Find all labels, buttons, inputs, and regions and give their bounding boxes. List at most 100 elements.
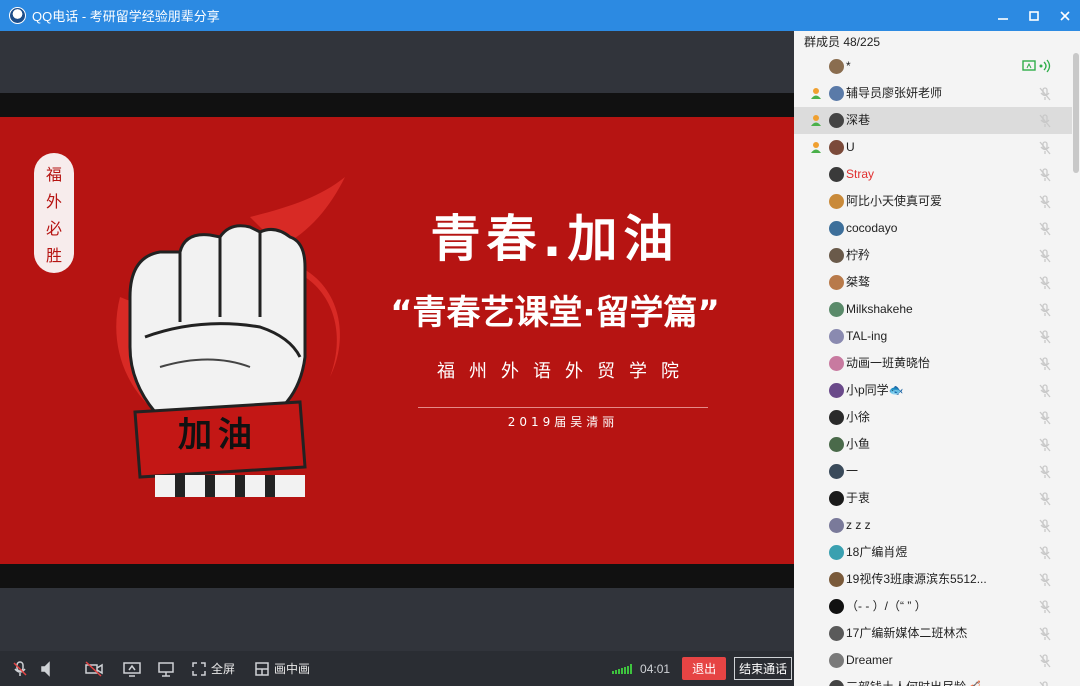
avatar: [829, 302, 844, 317]
restore-button[interactable]: [1018, 0, 1049, 31]
call-toolbar: 全屏 画中画 04:01 退出 结束通话: [0, 651, 794, 686]
member-name: TAL-ing: [846, 329, 888, 343]
mic-muted-icon: [1038, 303, 1052, 317]
mute-mic-button[interactable]: [10, 659, 30, 679]
badge-char: 外: [45, 191, 62, 211]
member-row[interactable]: 19视传3班康源滨东5512...: [794, 566, 1072, 593]
mic-muted-icon: [1038, 195, 1052, 209]
member-list-scrollbar[interactable]: [1073, 53, 1079, 173]
member-name: 于衷: [846, 491, 871, 505]
avatar: [829, 545, 844, 560]
slide-school-name: 福州外语外贸学院: [437, 361, 693, 382]
presentation-button[interactable]: [156, 659, 176, 679]
presentation-slide: 福 外 必 胜 加油 青春.加油 “青春艺课堂·留学篇” 福州外语外贸学院 20…: [0, 117, 794, 564]
badge-char: 福: [45, 164, 62, 184]
mic-muted-icon: [1038, 384, 1052, 398]
picture-in-picture-button[interactable]: 画中画: [255, 660, 310, 677]
minimize-icon: [997, 17, 1008, 20]
mic-muted-icon: [1038, 681, 1052, 686]
mic-muted-icon: [1038, 276, 1052, 290]
member-row[interactable]: 桀骜: [794, 269, 1072, 296]
member-row[interactable]: 小徐: [794, 404, 1072, 431]
mic-muted-icon: [1038, 411, 1052, 425]
member-row[interactable]: Dreamer: [794, 647, 1072, 674]
member-row[interactable]: 深巷: [794, 107, 1072, 134]
minimize-button[interactable]: [987, 0, 1018, 31]
badge-char: 必: [45, 218, 62, 238]
member-name: z z z: [846, 518, 871, 532]
video-letterbox-bottom: [0, 564, 794, 588]
shared-screen-video[interactable]: 福 外 必 胜 加油 青春.加油 “青春艺课堂·留学篇” 福州外语外贸学院 20…: [0, 31, 794, 651]
member-row[interactable]: *: [794, 53, 1072, 80]
end-call-button[interactable]: 结束通话: [734, 657, 793, 680]
avatar: [829, 167, 844, 182]
member-row[interactable]: 动画一班黄晓怡: [794, 350, 1072, 377]
member-row[interactable]: 小p同学🐟: [794, 377, 1072, 404]
avatar: [829, 437, 844, 452]
mic-muted-icon: [13, 660, 27, 676]
avatar: [829, 383, 844, 398]
avatar: [829, 113, 844, 128]
member-name: 一: [846, 464, 859, 478]
member-name: 19视传3班康源滨东5512...: [846, 572, 986, 586]
member-row[interactable]: 柠矜: [794, 242, 1072, 269]
member-row[interactable]: （- - ）/（“ ” ）: [794, 593, 1072, 620]
camera-off-button[interactable]: [84, 659, 104, 679]
member-row[interactable]: cocodayo: [794, 215, 1072, 242]
camera-off-icon: [85, 660, 103, 677]
mic-muted-icon: [1038, 141, 1052, 155]
fullscreen-button[interactable]: 全屏: [192, 660, 235, 677]
mic-muted-icon: [1038, 168, 1052, 182]
fist-band-text: 加油: [178, 415, 258, 455]
member-row[interactable]: Milkshakehe: [794, 296, 1072, 323]
member-row[interactable]: 17广编新媒体二班林杰: [794, 620, 1072, 647]
mic-muted-icon: [1038, 519, 1052, 533]
admin-person-icon: [809, 86, 823, 100]
slide-subtitle: “青春艺课堂·留学篇”: [390, 293, 720, 333]
avatar: [829, 626, 844, 641]
title-bar: QQ电话 - 考研留学经验朋辈分享: [0, 0, 1080, 31]
share-screen-icon: [123, 661, 141, 677]
member-name: Stray: [846, 167, 875, 181]
speaker-icon: [41, 660, 50, 677]
exit-button[interactable]: 退出: [682, 657, 727, 680]
member-name: 18广编肖煜: [846, 545, 908, 559]
badge-char: 胜: [45, 245, 62, 265]
admin-person-icon: [809, 140, 823, 154]
member-row[interactable]: z z z: [794, 512, 1072, 539]
avatar: [829, 248, 844, 263]
member-name: 阿比小天使真可爱: [846, 194, 943, 208]
fullscreen-icon: [192, 661, 206, 676]
member-name: 深巷: [846, 113, 871, 127]
member-list: * 辅导员廖张妍老师深巷 U Stray 阿比小天使真可爱 cocodayo 柠矜桀骜 Mil…: [794, 53, 1072, 686]
avatar: [829, 221, 844, 236]
member-row[interactable]: 三部钱土人何时出尽龄🎻: [794, 674, 1072, 686]
member-row[interactable]: 一: [794, 458, 1072, 485]
avatar: [829, 653, 844, 668]
member-row[interactable]: 于衷: [794, 485, 1072, 512]
share-screen-button[interactable]: [122, 659, 142, 679]
member-row[interactable]: TAL-ing: [794, 323, 1072, 350]
member-row[interactable]: U: [794, 134, 1072, 161]
mic-muted-icon: [1038, 573, 1052, 587]
member-name: 柠矜: [846, 248, 871, 262]
avatar: [829, 140, 844, 155]
member-name: U: [846, 140, 855, 154]
slogan-badge: 福 外 必 胜: [34, 153, 74, 273]
close-button[interactable]: [1049, 0, 1080, 31]
member-name: 桀骜: [846, 275, 871, 289]
speaker-button[interactable]: [38, 659, 58, 679]
member-row[interactable]: 18广编肖煜: [794, 539, 1072, 566]
member-row[interactable]: Stray: [794, 161, 1072, 188]
window-controls: [987, 0, 1080, 31]
member-name: *: [846, 59, 851, 73]
admin-person-icon: [809, 113, 823, 127]
member-row[interactable]: 阿比小天使真可爱: [794, 188, 1072, 215]
member-row[interactable]: 小鱼: [794, 431, 1072, 458]
presentation-icon: [158, 661, 174, 677]
mic-muted-icon: [1038, 600, 1052, 614]
avatar: [829, 518, 844, 533]
sharing-speaking-icon: [1022, 59, 1052, 73]
video-top-strip: [0, 31, 794, 93]
member-row[interactable]: 辅导员廖张妍老师: [794, 80, 1072, 107]
